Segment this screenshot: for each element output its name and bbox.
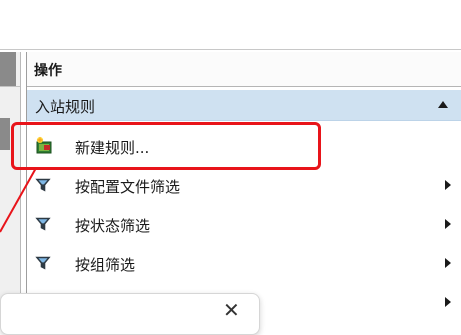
action-filter-by-group[interactable]: 按组筛选 <box>27 247 461 281</box>
collapse-triangle-icon[interactable] <box>438 101 448 108</box>
top-divider <box>0 49 461 50</box>
actions-panel: 操作 入站规则 新建规则... 按配置文件筛选 按状态筛选 按组筛选 <box>26 52 461 322</box>
action-filter-by-state[interactable]: 按状态筛选 <box>27 208 461 242</box>
submenu-arrow-icon <box>445 180 451 190</box>
section-label: 入站规则 <box>35 98 96 116</box>
submenu-arrow-icon <box>445 258 451 268</box>
highlight-annotation-box <box>11 122 321 170</box>
section-inbound-rules[interactable]: 入站规则 <box>27 90 461 121</box>
filter-by-state-label: 按状态筛选 <box>75 217 151 235</box>
submenu-arrow-icon <box>445 219 451 229</box>
submenu-arrow-icon <box>445 297 451 307</box>
actions-panel-header: 操作 <box>27 52 461 87</box>
action-filter-by-profile[interactable]: 按配置文件筛选 <box>27 169 461 203</box>
filter-by-profile-label: 按配置文件筛选 <box>75 178 181 196</box>
close-icon[interactable]: ✕ <box>223 300 240 320</box>
popup-dialog: ✕ <box>0 293 260 335</box>
filter-by-group-label: 按组筛选 <box>75 256 136 274</box>
